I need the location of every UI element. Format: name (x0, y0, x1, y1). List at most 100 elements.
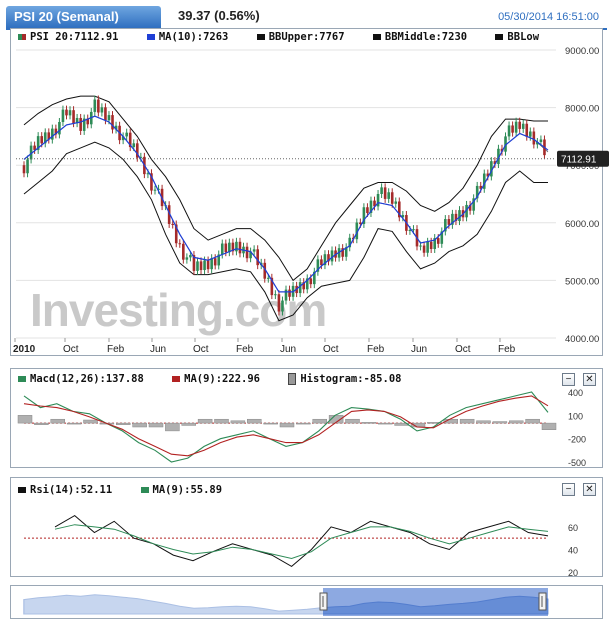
x-tick-label: Oct (63, 344, 79, 355)
candle-body (68, 110, 72, 116)
candle-body (436, 238, 440, 244)
macd-y-tick-label: 100 (568, 411, 583, 421)
price-y-tick-label: 8000.00 (565, 104, 599, 115)
candle-body (132, 143, 136, 148)
x-tick-label: Oct (323, 344, 339, 355)
candle-body (320, 259, 323, 266)
x-tick-label: Jun (280, 344, 296, 355)
candle-body (93, 99, 97, 112)
candle-body (518, 121, 521, 129)
x-tick-label: Feb (498, 344, 516, 355)
rsi-y-tick-label: 60 (568, 523, 578, 533)
candle-body (171, 223, 175, 225)
macd-histogram-bar (525, 418, 540, 424)
macd-histogram-bar (83, 419, 98, 424)
candle-body (447, 219, 451, 225)
x-tick-label: Jun (150, 344, 166, 355)
bollinger-middle-line (23, 115, 549, 293)
candle-body (525, 123, 529, 137)
macd-histogram-bar (230, 420, 246, 424)
candle-body (238, 241, 242, 254)
macd-histogram-bar (197, 418, 213, 424)
macd-histogram-bar (181, 422, 196, 426)
candle-body (189, 255, 192, 258)
rsi-y-tick-label: 40 (568, 545, 578, 555)
macd-histogram-bar (132, 422, 147, 428)
macd-histogram-bar (247, 418, 262, 424)
candle-body (511, 125, 514, 133)
candle-body (532, 131, 536, 145)
macd-histogram-bar (361, 422, 377, 424)
price-y-tick-label: 4000.00 (565, 334, 599, 345)
navigator-unselected-range (24, 588, 323, 616)
candle-body (213, 258, 217, 266)
candle-body (107, 115, 111, 121)
candle-body (528, 131, 532, 137)
navigator-selected-range (323, 588, 548, 616)
candle-body (514, 121, 518, 133)
candle-body (380, 187, 383, 194)
candle-body (220, 243, 224, 255)
candle-body (26, 159, 29, 174)
macd-histogram-bar (66, 422, 82, 425)
bollinger-band-line (23, 95, 548, 282)
macd-histogram-bar (34, 422, 49, 425)
macd-histogram-bar (296, 422, 311, 425)
candle-body (422, 245, 426, 253)
macd-histogram-bar (509, 420, 524, 424)
macd-histogram-bar (492, 421, 508, 424)
candle-body (203, 260, 206, 271)
macd-histogram-bar (459, 418, 475, 424)
candle-body (182, 243, 185, 260)
ma10-line (23, 115, 549, 293)
candle-body (178, 243, 182, 245)
candle-body (252, 249, 256, 252)
candle-body (104, 107, 107, 121)
x-tick-label: Jun (411, 344, 427, 355)
candle-body (387, 192, 390, 199)
last-price-tag-text: 7112.91 (561, 155, 597, 166)
candle-body (429, 241, 433, 250)
macd-histogram-bar (148, 422, 164, 428)
candle-body (153, 189, 157, 191)
candle-body (507, 125, 511, 137)
candle-body (288, 289, 291, 297)
x-tick-label: Oct (193, 344, 209, 355)
candle-body (97, 99, 100, 113)
x-tick-label: Feb (107, 344, 125, 355)
candle-body (210, 258, 213, 270)
price-y-tick-label: 5000.00 (565, 276, 599, 287)
candle-body (22, 165, 26, 174)
candle-body (185, 257, 189, 260)
macd-histogram-bar (378, 422, 393, 425)
candle-body (419, 245, 422, 247)
candle-body (245, 246, 249, 259)
candle-body (256, 249, 259, 266)
x-tick-label: Feb (236, 344, 254, 355)
x-tick-label: 2010 (13, 344, 36, 355)
candle-body (206, 260, 210, 270)
macd-histogram-bar (214, 418, 229, 424)
macd-histogram-bar (116, 422, 131, 425)
candle-body (281, 300, 284, 312)
candle-body (199, 261, 203, 271)
candle-body (235, 241, 238, 252)
macd-histogram-bar (312, 418, 327, 424)
candle-body (383, 187, 387, 199)
candle-body (521, 123, 525, 129)
macd-histogram-bar (345, 418, 360, 424)
price-y-tick-label: 9000.00 (565, 46, 599, 57)
candle-body (309, 278, 313, 285)
candle-body (274, 294, 277, 296)
macd-histogram-bar (541, 422, 557, 430)
candle-body (426, 241, 429, 253)
rsi-line (54, 514, 549, 568)
candle-body (196, 261, 199, 271)
price-y-tick-label: 6000.00 (565, 219, 599, 230)
candle-body (412, 229, 415, 231)
candle-body (125, 132, 128, 137)
macd-histogram-bar (17, 415, 33, 424)
candle-body (284, 289, 288, 301)
rsi-ma-line (54, 524, 549, 560)
candle-body (58, 122, 61, 135)
